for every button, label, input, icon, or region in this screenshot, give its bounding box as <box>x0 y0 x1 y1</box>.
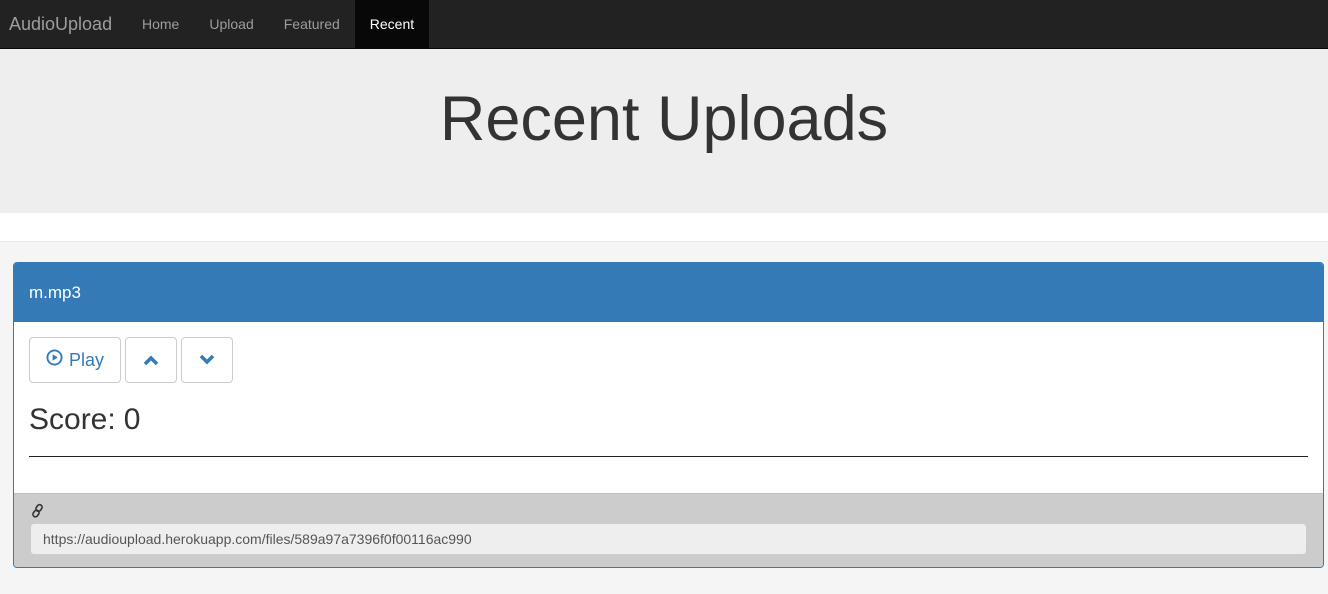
score-display: Score: 0 <box>29 403 1308 437</box>
nav-item-home[interactable]: Home <box>127 0 194 48</box>
play-label: Play <box>68 349 104 370</box>
spacer-band <box>0 213 1328 242</box>
page-title: Recent Uploads <box>439 84 889 154</box>
chevron-down-icon <box>199 350 215 371</box>
upload-filename: m.mp3 <box>14 263 1323 322</box>
play-button[interactable]: Play <box>29 337 121 383</box>
upload-panel-footer <box>14 493 1323 567</box>
score-value: 0 <box>123 403 141 436</box>
upload-panel-body: Play Score: 0 <box>14 322 1323 493</box>
action-buttons: Play <box>29 337 1308 383</box>
divider <box>29 456 1308 457</box>
link-icon <box>30 503 46 519</box>
upvote-button[interactable] <box>125 337 177 383</box>
play-circle-icon <box>46 349 63 371</box>
top-navbar: AudioUpload Home Upload Featured Recent <box>0 0 1328 49</box>
chevron-up-icon <box>143 350 159 371</box>
upload-panel: m.mp3 Play Score: 0 https://audioupload.… <box>13 262 1324 568</box>
brand-link[interactable]: AudioUpload <box>0 0 127 48</box>
score-label: Score: <box>29 403 116 436</box>
share-url-field[interactable] <box>30 523 1307 555</box>
nav-item-featured[interactable]: Featured <box>269 0 355 48</box>
downvote-button[interactable] <box>181 337 233 383</box>
nav-item-recent[interactable]: Recent <box>354 0 430 48</box>
nav-item-upload[interactable]: Upload <box>194 0 268 48</box>
jumbotron: Recent Uploads <box>0 49 1328 213</box>
